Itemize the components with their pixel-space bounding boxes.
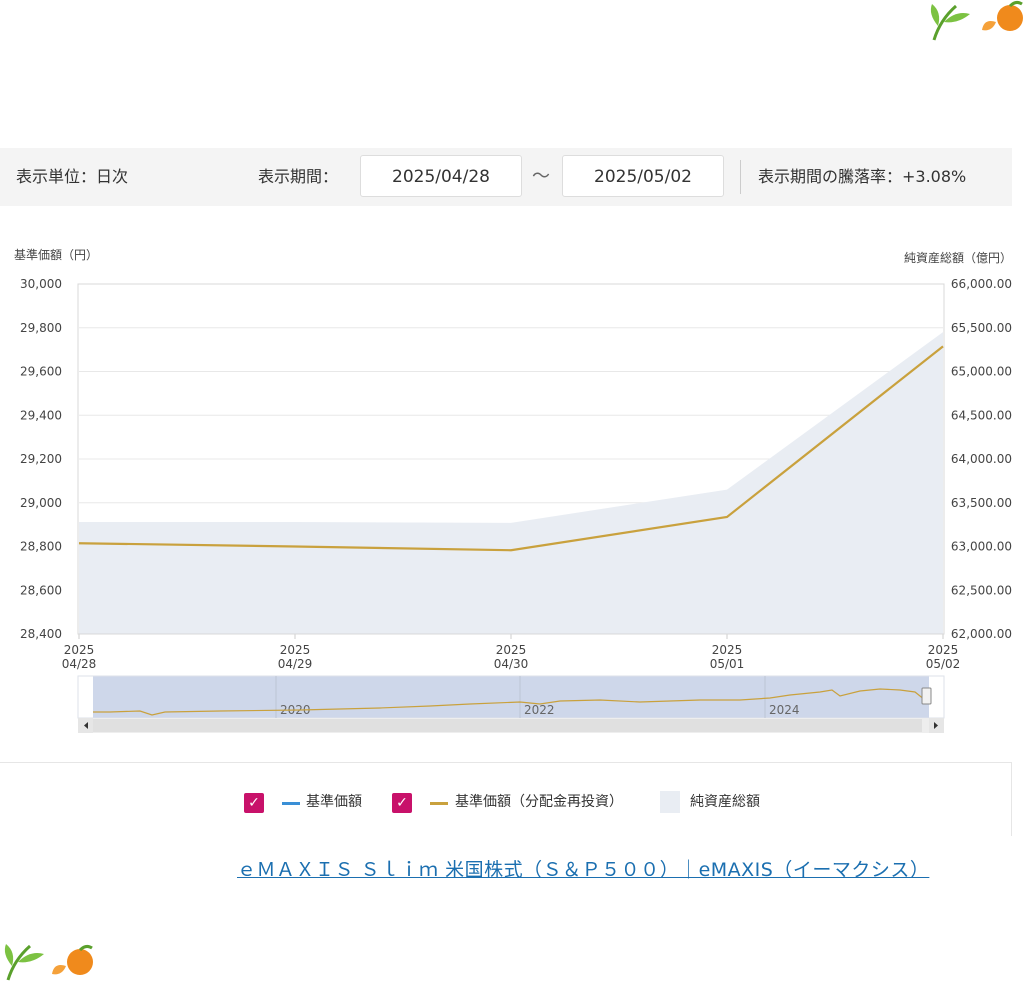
start-date-input[interactable]: 2025/04/28 xyxy=(360,155,522,197)
x-tick-label: 2025 xyxy=(712,643,743,657)
y-left-tick-label: 29,400 xyxy=(20,408,62,422)
y-left-tick-label: 29,000 xyxy=(20,496,62,510)
y-right-tick-label: 64,000.00 xyxy=(951,452,1012,466)
y-right-tick-label: 63,500.00 xyxy=(951,496,1012,510)
x-tick-label: 2025 xyxy=(928,643,959,657)
y-right-tick-label: 62,000.00 xyxy=(951,627,1012,641)
y-right-tick-label: 66,000.00 xyxy=(951,277,1012,291)
x-tick-label: 2025 xyxy=(496,643,527,657)
y-left-tick-label: 29,600 xyxy=(20,365,62,379)
leaf-orange-logo xyxy=(930,0,1023,41)
nav-chart: 基準価額（円） 純資産総額（億円） 30,000 66,000.00 29,800 6… xyxy=(14,247,1012,733)
leaf-orange-logo xyxy=(4,944,93,981)
x-tick-label: 2025 xyxy=(280,643,311,657)
navigator-selected-range[interactable] xyxy=(93,676,929,718)
date-range-separator: ～ xyxy=(532,166,550,187)
legend-swatch-net-assets xyxy=(660,791,680,813)
y-left-tick-label: 28,600 xyxy=(20,583,62,597)
display-period-label: 表示期間： xyxy=(258,167,339,186)
y-right-tick-label: 62,500.00 xyxy=(951,583,1012,597)
y-left-tick-label: 30,000 xyxy=(20,277,62,291)
y-right-tick-label: 65,500.00 xyxy=(951,321,1012,335)
y-left-tick-label: 29,200 xyxy=(20,452,62,466)
y-left-tick-label: 28,400 xyxy=(20,627,62,641)
legend-label-nav: 基準価額 xyxy=(306,794,362,810)
x-tick-label: 2025 xyxy=(64,643,95,657)
navigator-right-handle[interactable] xyxy=(921,687,932,705)
fund-page-link[interactable]: ｅＭＡＸＩＳ Ｓｌｉｍ 米国株式（Ｓ＆Ｐ５００）｜eMAXIS（イーマクシス） xyxy=(237,855,929,882)
y-right-tick-label: 63,000.00 xyxy=(951,540,1012,554)
y-right-tick-label: 64,500.00 xyxy=(951,408,1012,422)
period-change-rate: 表示期間の騰落率：+3.08% xyxy=(758,167,967,186)
net-assets-area xyxy=(79,332,943,634)
x-tick-label: 05/02 xyxy=(926,657,961,671)
navigator-year-label: 2024 xyxy=(769,703,800,717)
scrollbar-thumb[interactable] xyxy=(93,719,922,732)
divider xyxy=(740,160,741,194)
x-tick-label: 04/29 xyxy=(278,657,313,671)
legend-label-nav-reinvested: 基準価額（分配金再投資） xyxy=(455,794,623,810)
y-right-tick-label: 65,000.00 xyxy=(951,365,1012,379)
end-date-input[interactable]: 2025/05/02 xyxy=(562,155,724,197)
legend-line-nav xyxy=(282,802,300,805)
x-tick-label: 05/01 xyxy=(710,657,745,671)
legend-line-nav-reinvested xyxy=(430,802,448,805)
display-unit-label: 表示単位：日次 xyxy=(16,167,129,186)
x-tick-label: 04/28 xyxy=(62,657,97,671)
legend-checkbox-nav[interactable]: ✓ xyxy=(244,793,264,813)
left-axis-title: 基準価額（円） xyxy=(14,247,98,262)
range-navigator[interactable]: 2020 2022 2024 xyxy=(77,675,945,733)
x-tick-label: 04/30 xyxy=(494,657,529,671)
period-filter-bar: 表示単位：日次 表示期間： 2025/04/28 ～ 2025/05/02 表示… xyxy=(0,148,1012,206)
navigator-year-label: 2022 xyxy=(524,703,555,717)
y-left-tick-label: 29,800 xyxy=(20,321,62,335)
legend-label-net-assets: 純資産総額 xyxy=(690,794,760,810)
chart-legend: ✓ 基準価額 ✓ 基準価額（分配金再投資） 純資産総額 xyxy=(0,762,1012,836)
legend-checkbox-nav-reinvested[interactable]: ✓ xyxy=(392,793,412,813)
y-left-tick-label: 28,800 xyxy=(20,540,62,554)
right-axis-title: 純資産総額（億円） xyxy=(904,250,1012,265)
